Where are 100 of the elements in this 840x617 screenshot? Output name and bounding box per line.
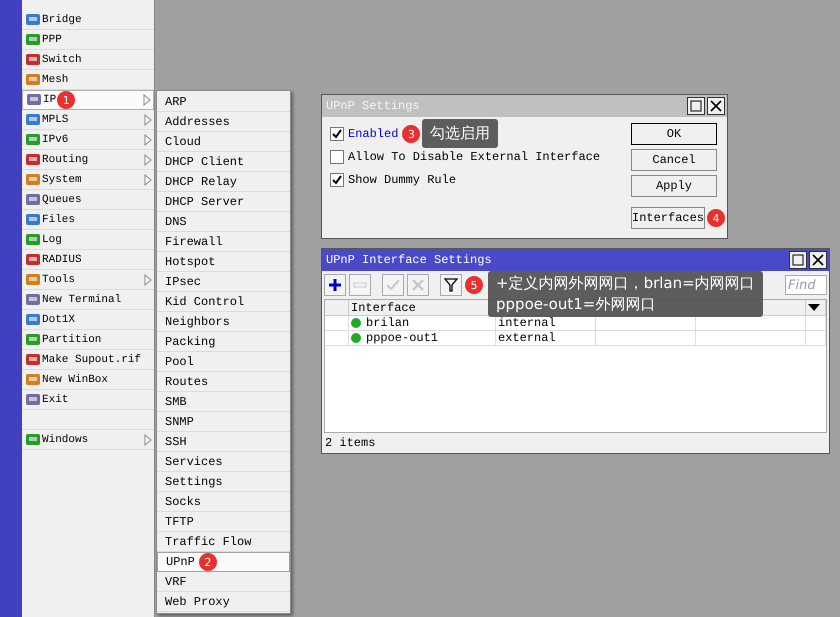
submenu-item[interactable]: VRF <box>157 572 290 592</box>
menu-item[interactable]: MPLS <box>22 110 154 130</box>
checkbox[interactable] <box>330 173 344 187</box>
menu-item[interactable]: Queues <box>22 190 154 210</box>
menu-item-label: Partition <box>42 334 102 346</box>
menu-item-label: Dot1X <box>42 314 76 326</box>
submenu-item[interactable]: TFTP <box>157 512 290 532</box>
maximize-button[interactable] <box>687 97 705 115</box>
submenu-item[interactable]: Routes <box>157 372 290 392</box>
submenu-item[interactable]: DHCP Client <box>157 152 290 172</box>
close-button[interactable] <box>809 251 827 269</box>
submenu-item[interactable]: Kid Control <box>157 292 290 312</box>
submenu-arrow-icon <box>144 174 152 186</box>
find-field[interactable]: Find <box>785 275 827 295</box>
submenu-item[interactable]: DHCP Server <box>157 192 290 212</box>
submenu-item[interactable]: SSH <box>157 432 290 452</box>
dialog-button[interactable]: OK <box>631 123 717 145</box>
submenu-item[interactable]: Cloud <box>157 132 290 152</box>
dialog-button[interactable]: Apply <box>631 175 717 197</box>
submenu-item[interactable]: Socks <box>157 492 290 512</box>
add-button[interactable] <box>324 274 346 296</box>
submenu-item[interactable]: Pool <box>157 352 290 372</box>
submenu-item[interactable]: UPnP 2 <box>157 552 290 572</box>
menu-item-label: Queues <box>42 194 82 206</box>
app-icon <box>25 32 41 48</box>
menu-item[interactable]: Make Supout.rif <box>22 350 154 370</box>
app-icon <box>25 272 41 288</box>
menu-item[interactable]: PPP <box>22 30 154 50</box>
maximize-button[interactable] <box>789 251 807 269</box>
add-icon <box>327 277 343 293</box>
annotation-tooltip: +定义内网外网网口，brlan=内网网口 pppoe-out1=外网网口 <box>488 271 763 317</box>
window-title: UPnP Interface Settings <box>326 253 492 267</box>
app-icon <box>25 392 41 408</box>
submenu-item[interactable]: SNMP <box>157 412 290 432</box>
menu-item-label: New WinBox <box>42 374 108 386</box>
step-badge: 2 <box>198 553 217 571</box>
table-cell: internal <box>496 316 596 331</box>
dialog-button[interactable]: Cancel <box>631 149 717 171</box>
app-icon <box>25 332 41 348</box>
submenu-arrow-icon <box>143 94 151 106</box>
menu-item-label: Routing <box>42 154 88 166</box>
column-menu-header[interactable] <box>806 300 826 316</box>
submenu-item[interactable]: Firewall <box>157 232 290 252</box>
menu-item-label: Windows <box>42 434 88 446</box>
app-icon <box>25 12 41 28</box>
dialog-button[interactable]: Interfaces <box>631 207 706 229</box>
menu-item[interactable]: RADIUS <box>22 250 154 270</box>
menu-item[interactable]: New WinBox <box>22 370 154 390</box>
menu-item-label: Switch <box>42 54 82 66</box>
app-icon <box>25 312 41 328</box>
app-icon <box>25 112 41 128</box>
menu-item[interactable]: Routing <box>22 150 154 170</box>
submenu-item[interactable]: SMB <box>157 392 290 412</box>
menu-item[interactable]: Partition <box>22 330 154 350</box>
filter-icon <box>443 277 459 293</box>
submenu-item[interactable]: Services <box>157 452 290 472</box>
menu-item-label: RADIUS <box>42 254 82 266</box>
menu-item[interactable]: Log <box>22 230 154 250</box>
menu-item[interactable]: IP 1 <box>22 90 154 110</box>
submenu-item[interactable]: Neighbors <box>157 312 290 332</box>
enable-icon <box>385 277 401 293</box>
menu-item[interactable]: Bridge <box>22 10 154 30</box>
submenu-item[interactable]: Web Proxy <box>157 592 290 612</box>
app-icon <box>25 72 41 88</box>
app-icon <box>25 192 41 208</box>
submenu-arrow-icon <box>144 154 152 166</box>
checkbox[interactable] <box>330 150 344 164</box>
filter-button[interactable] <box>440 274 462 296</box>
menu-item[interactable]: Dot1X <box>22 310 154 330</box>
menu-item-label: Tools <box>42 274 76 286</box>
submenu-item[interactable]: Addresses <box>157 112 290 132</box>
submenu-item[interactable]: DHCP Relay <box>157 172 290 192</box>
menu-item[interactable]: Exit <box>22 390 154 410</box>
step-badge: 4 <box>707 209 726 227</box>
submenu-item[interactable]: ARP <box>157 92 290 112</box>
app-icon <box>25 52 41 68</box>
submenu-item[interactable]: Hotspot <box>157 252 290 272</box>
submenu-item[interactable]: Settings <box>157 472 290 492</box>
app-icon <box>25 152 41 168</box>
app-icon <box>25 292 41 308</box>
menu-item[interactable]: IPv6 <box>22 130 154 150</box>
dropdown-arrow-icon[interactable] <box>808 304 820 312</box>
menu-item-label: Bridge <box>42 14 82 26</box>
menu-item-label: MPLS <box>42 114 68 126</box>
app-icon <box>25 372 41 388</box>
menu-item[interactable]: Files <box>22 210 154 230</box>
menu-item[interactable]: System <box>22 170 154 190</box>
menu-item[interactable]: Windows <box>22 430 154 450</box>
menu-item[interactable]: Switch <box>22 50 154 70</box>
close-button[interactable] <box>707 97 725 115</box>
menu-item-label: PPP <box>42 34 62 46</box>
interface-name: brilan <box>366 316 410 330</box>
step-badge: 1 <box>57 91 76 109</box>
menu-item[interactable]: New Terminal <box>22 290 154 310</box>
menu-item[interactable]: Tools <box>22 270 154 290</box>
submenu-item[interactable]: IPsec <box>157 272 290 292</box>
checkbox[interactable] <box>330 127 344 141</box>
submenu-item[interactable]: DNS <box>157 212 290 232</box>
interface-name: pppoe-out1 <box>366 331 438 345</box>
submenu-item[interactable]: Packing <box>157 332 290 352</box>
